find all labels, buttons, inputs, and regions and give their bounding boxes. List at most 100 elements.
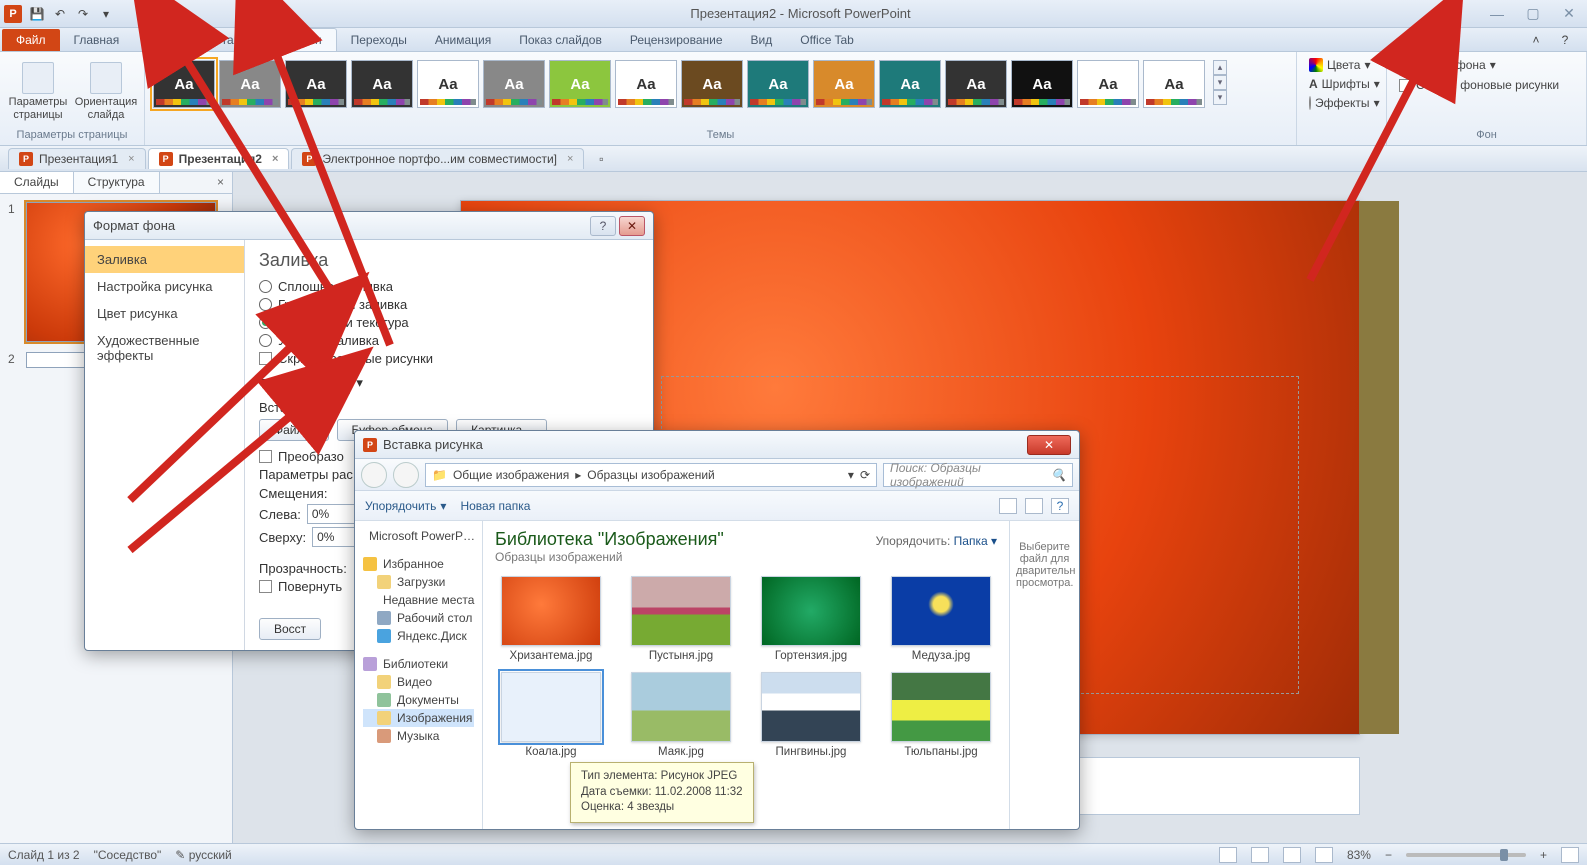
tab-review[interactable]: Рецензирование — [616, 29, 737, 51]
theme-thumb-6[interactable]: Aa — [483, 60, 545, 108]
breadcrumb-1[interactable]: Общие изображения — [453, 468, 569, 482]
reset-bg-button[interactable]: Восст — [259, 618, 321, 640]
doc-tab-2[interactable]: PПрезентация2× — [148, 148, 290, 169]
dialog-close-icon[interactable]: ✕ — [1027, 435, 1071, 455]
side-panel-close-icon[interactable]: × — [209, 172, 232, 193]
colors-dropdown[interactable]: Цвета ▾ — [1303, 56, 1380, 74]
new-doc-tab-icon[interactable]: ▫ — [590, 148, 612, 170]
insert-from-file-button[interactable]: Файл... — [259, 419, 329, 441]
tree-libraries[interactable]: Библиотеки — [363, 655, 474, 673]
tree-powerpoint[interactable]: Microsoft PowerP… — [363, 527, 474, 545]
file-desert[interactable]: Пустыня.jpg — [625, 576, 737, 662]
address-bar[interactable]: 📁 Общие изображения ▸ Образцы изображени… — [425, 463, 877, 487]
theme-thumb-4[interactable]: Aa — [351, 60, 413, 108]
themes-more-icon[interactable]: ▾ — [1213, 90, 1227, 105]
tab-insert[interactable]: Вставка — [194, 29, 267, 51]
file-hydrangeas[interactable]: Гортензия.jpg — [755, 576, 867, 662]
tree-downloads[interactable]: Загрузки — [363, 573, 474, 591]
tree-music[interactable]: Музыка — [363, 727, 474, 745]
nav-picture-color[interactable]: Цвет рисунка — [85, 300, 244, 327]
doc-tab-1[interactable]: PПрезентация1× — [8, 148, 146, 169]
orientation-button[interactable]: Ориентация слайда — [74, 56, 138, 127]
dialog-help-icon[interactable]: ? — [590, 216, 616, 236]
theme-thumb-11[interactable]: Aa — [813, 60, 875, 108]
theme-thumb-10[interactable]: Aa — [747, 60, 809, 108]
tree-recent[interactable]: Недавние места — [363, 591, 474, 609]
window-minimize-icon[interactable]: — — [1483, 4, 1511, 24]
nav-forward-button[interactable] — [393, 462, 419, 488]
offset-left-spinner[interactable]: 0% — [307, 504, 361, 524]
theme-thumb-2[interactable]: Aa — [219, 60, 281, 108]
qat-customize-icon[interactable]: ▾ — [95, 3, 117, 25]
explorer-help-icon[interactable]: ? — [1051, 498, 1069, 514]
dialog-titlebar[interactable]: P Вставка рисунка ✕ — [355, 431, 1079, 459]
theme-thumb-12[interactable]: Aa — [879, 60, 941, 108]
side-tab-slides[interactable]: Слайды — [0, 172, 74, 193]
tree-desktop[interactable]: Рабочий стол — [363, 609, 474, 627]
view-sorter-icon[interactable] — [1251, 847, 1269, 863]
tree-yandex-disk[interactable]: Яндекс.Диск — [363, 627, 474, 645]
tab-office-tab[interactable]: Office Tab — [786, 29, 868, 51]
theme-thumb-3[interactable]: Aa — [285, 60, 347, 108]
themes-scroll-down-icon[interactable]: ▾ — [1213, 75, 1227, 90]
close-icon[interactable]: × — [128, 153, 134, 165]
close-icon[interactable]: × — [272, 153, 278, 165]
tab-slideshow[interactable]: Показ слайдов — [505, 29, 616, 51]
theme-thumb-7[interactable]: Aa — [549, 60, 611, 108]
qat-redo-icon[interactable]: ↷ — [72, 3, 94, 25]
hide-bg-checkbox[interactable]: Скрыть фоновые рисунки — [1393, 76, 1580, 94]
sort-dropdown[interactable]: Папка ▾ — [954, 534, 997, 548]
dialog-titlebar[interactable]: Формат фона ? ✕ — [85, 212, 653, 240]
tree-videos[interactable]: Видео — [363, 673, 474, 691]
tab-home[interactable]: Главная — [60, 29, 134, 51]
file-jellyfish[interactable]: Медуза.jpg — [885, 576, 997, 662]
nav-picture-corrections[interactable]: Настройка рисунка — [85, 273, 244, 300]
organize-dropdown[interactable]: Упорядочить ▾ — [365, 499, 446, 513]
chevron-down-icon[interactable]: ▾ — [848, 468, 854, 482]
tab-transitions[interactable]: Переходы — [337, 29, 421, 51]
tree-favorites[interactable]: Избранное — [363, 555, 474, 573]
new-folder-button[interactable]: Новая папка — [460, 499, 530, 513]
bg-styles-dropdown[interactable]: 🪣Стили фона ▾ — [1393, 56, 1580, 74]
breadcrumb-2[interactable]: Образцы изображений — [587, 468, 714, 482]
radio-pattern-fill[interactable]: Узорная заливка — [259, 333, 639, 348]
theme-thumb-8[interactable]: Aa — [615, 60, 677, 108]
themes-scroll-up-icon[interactable]: ▴ — [1213, 60, 1227, 75]
folder-tree[interactable]: Microsoft PowerP… Избранное Загрузки Нед… — [355, 521, 483, 829]
window-close-icon[interactable]: ✕ — [1555, 4, 1583, 24]
file-lighthouse[interactable]: Маяк.jpg — [625, 672, 737, 758]
nav-back-button[interactable] — [361, 462, 387, 488]
dialog-close-icon[interactable]: ✕ — [619, 216, 645, 236]
theme-thumb-5[interactable]: Aa — [417, 60, 479, 108]
zoom-in-icon[interactable]: + — [1540, 848, 1547, 862]
file-penguins[interactable]: Пингвины.jpg — [755, 672, 867, 758]
theme-thumb-15[interactable]: Aa — [1077, 60, 1139, 108]
theme-thumb-16[interactable]: Aa — [1143, 60, 1205, 108]
zoom-out-icon[interactable]: − — [1385, 848, 1392, 862]
theme-thumb-1[interactable]: Aa — [153, 60, 215, 108]
view-mode-dropdown[interactable] — [999, 498, 1017, 514]
hide-bg-graphics-checkbox[interactable]: Скрыть фоновые рисунки — [259, 351, 639, 366]
ribbon-minimize-icon[interactable]: ˄ — [1525, 29, 1547, 51]
side-tab-outline[interactable]: Структура — [74, 172, 160, 193]
tab-view[interactable]: Вид — [737, 29, 787, 51]
doc-tab-3[interactable]: PЭлектронное портфо...им совместимости]× — [291, 148, 584, 169]
tree-documents[interactable]: Документы — [363, 691, 474, 709]
tab-menu[interactable]: Меню — [133, 29, 193, 51]
close-icon[interactable]: × — [567, 153, 573, 165]
preview-toggle-icon[interactable] — [1025, 498, 1043, 514]
status-lang[interactable]: ✎ русский — [175, 848, 231, 862]
nav-fill[interactable]: Заливка — [85, 246, 244, 273]
radio-solid-fill[interactable]: Сплошная заливка — [259, 279, 639, 294]
theme-thumb-9[interactable]: Aa — [681, 60, 743, 108]
fit-slide-icon[interactable] — [1561, 847, 1579, 863]
zoom-slider[interactable] — [1406, 853, 1526, 857]
qat-undo-icon[interactable]: ↶ — [49, 3, 71, 25]
view-normal-icon[interactable] — [1219, 847, 1237, 863]
texture-dropdown[interactable] — [322, 372, 350, 394]
page-setup-button[interactable]: Параметры страницы — [6, 56, 70, 127]
file-tab[interactable]: Файл — [2, 29, 60, 51]
view-reading-icon[interactable] — [1283, 847, 1301, 863]
view-slideshow-icon[interactable] — [1315, 847, 1333, 863]
tab-animation[interactable]: Анимация — [421, 29, 505, 51]
